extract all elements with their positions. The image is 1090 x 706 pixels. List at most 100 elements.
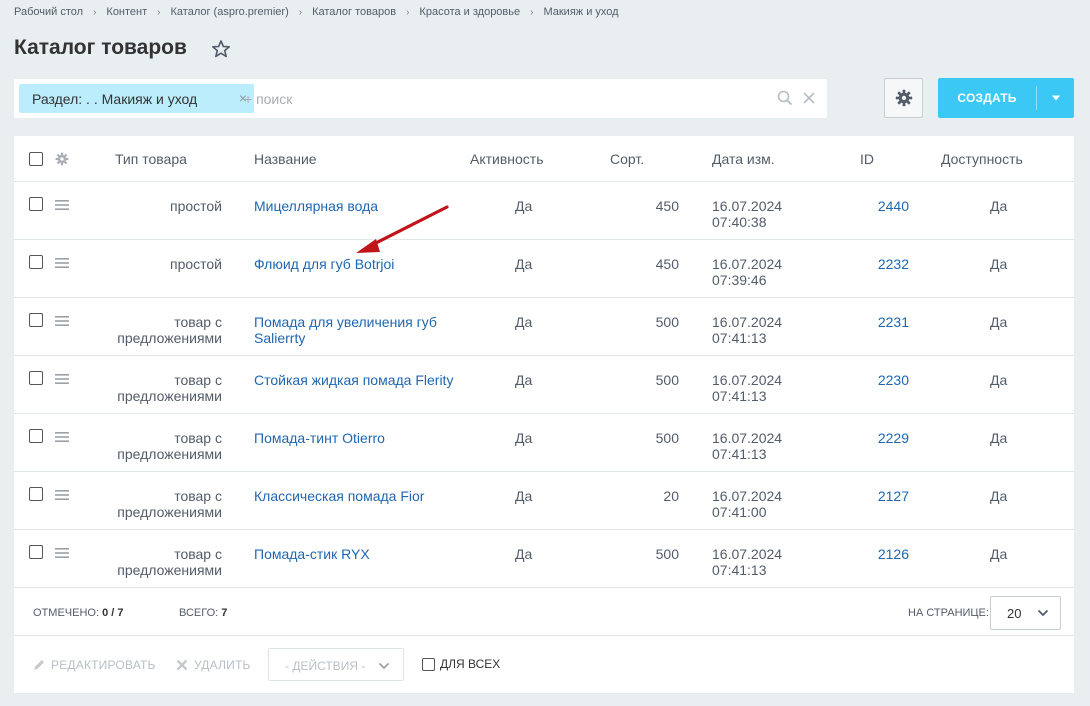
table-row[interactable]: простой Мицеллярная вода Да 450 16.07.2024 07… (14, 182, 1074, 240)
product-id-link[interactable]: 2230 (878, 372, 909, 388)
breadcrumb-item[interactable]: Рабочий стол (14, 6, 83, 18)
column-header-type[interactable]: Тип товара (115, 151, 187, 167)
product-availability: Да (990, 256, 1008, 272)
edit-button[interactable]: РЕДАКТИРОВАТЬ (32, 658, 156, 672)
column-header-availability[interactable]: Доступность (941, 151, 1023, 167)
product-active: Да (515, 430, 533, 446)
row-checkbox[interactable] (29, 255, 43, 269)
search-input[interactable] (244, 89, 744, 109)
column-header-active[interactable]: Активность (470, 151, 544, 167)
product-date: 16.07.2024 07:41:13 (712, 430, 783, 462)
create-button-label: СОЗДАТЬ (957, 91, 1017, 105)
filter-tag[interactable]: Раздел: . . Макияж и уход × (19, 84, 254, 113)
chevron-down-icon (1037, 609, 1049, 617)
product-availability: Да (990, 488, 1008, 504)
product-availability: Да (990, 430, 1008, 446)
per-page-value: 20 (1007, 606, 1022, 621)
per-page-label: НА СТРАНИЦЕ: (908, 607, 989, 619)
breadcrumb-item[interactable]: Каталог товаров (312, 6, 396, 18)
menu-icon[interactable] (55, 257, 69, 269)
menu-icon[interactable] (55, 431, 69, 443)
settings-button[interactable] (884, 78, 923, 118)
row-checkbox[interactable] (29, 197, 43, 211)
product-active: Да (515, 546, 533, 562)
product-active: Да (515, 314, 533, 330)
grid-footer: ОТМЕЧЕНО: 0 / 7 ВСЕГО: 7 НА СТРАНИЦЕ: 20 (14, 589, 1074, 636)
action-panel: РЕДАКТИРОВАТЬ УДАЛИТЬ - ДЕЙСТВИЯ - ДЛЯ В… (14, 636, 1074, 693)
page-title: Каталог товаров (14, 36, 187, 59)
actions-select[interactable]: - ДЕЙСТВИЯ - (268, 648, 404, 681)
create-dropdown-toggle[interactable] (1037, 95, 1074, 101)
for-all-checkbox[interactable] (422, 657, 435, 671)
row-checkbox[interactable] (29, 371, 43, 385)
menu-icon[interactable] (55, 373, 69, 385)
delete-button-label: УДАЛИТЬ (194, 658, 251, 672)
table-row[interactable]: товар с предложениями Помада для увеличени… (14, 298, 1074, 356)
menu-icon[interactable] (55, 199, 69, 211)
actions-select-value: - ДЕЙСТВИЯ - (285, 659, 366, 673)
product-sort: 20 (663, 488, 679, 504)
product-sort: 500 (655, 314, 679, 330)
create-button[interactable]: СОЗДАТЬ (938, 78, 1074, 118)
chevron-right-icon: › (157, 6, 161, 18)
row-checkbox[interactable] (29, 545, 43, 559)
star-icon[interactable] (211, 39, 231, 59)
breadcrumb-item[interactable]: Каталог (aspro.premier) (171, 6, 289, 18)
product-id-link[interactable]: 2127 (878, 488, 909, 504)
product-sort: 500 (655, 372, 679, 388)
product-name-link[interactable]: Помада для увеличения губ Salierrty (254, 314, 454, 346)
pencil-icon (34, 660, 44, 670)
product-availability: Да (990, 372, 1008, 388)
filter-search-bar[interactable]: Раздел: . . Макияж и уход × (14, 79, 827, 118)
product-id-link[interactable]: 2126 (878, 546, 909, 562)
per-page-select[interactable]: 20 (990, 596, 1061, 630)
caret-down-icon (1051, 95, 1060, 101)
column-header-sort[interactable]: Сорт. (610, 151, 644, 167)
breadcrumb-item[interactable]: Макияж и уход (543, 6, 618, 18)
select-all-checkbox[interactable] (29, 152, 43, 166)
product-name-link[interactable]: Стойкая жидкая помада Flerity (254, 372, 454, 388)
total-count: ВСЕГО: 7 (179, 607, 228, 619)
row-checkbox[interactable] (29, 429, 43, 443)
product-active: Да (515, 488, 533, 504)
breadcrumb-item[interactable]: Красота и здоровье (419, 6, 520, 18)
product-sort: 500 (655, 430, 679, 446)
delete-button[interactable]: УДАЛИТЬ (176, 658, 251, 672)
product-availability: Да (990, 546, 1008, 562)
table-row[interactable]: простой Флюид для губ Botrjoi Да 450 16.07.2… (14, 240, 1074, 298)
menu-icon[interactable] (55, 489, 69, 501)
product-id-link[interactable]: 2231 (878, 314, 909, 330)
row-checkbox[interactable] (29, 313, 43, 327)
table-row[interactable]: товар с предложениями Классическая помада … (14, 472, 1074, 530)
menu-icon[interactable] (55, 315, 69, 327)
clear-icon[interactable] (801, 90, 817, 106)
breadcrumb-item[interactable]: Контент (106, 6, 147, 18)
product-id-link[interactable]: 2229 (878, 430, 909, 446)
for-all-toggle[interactable]: ДЛЯ ВСЕХ (422, 657, 500, 671)
product-type: товар с предложениями (117, 546, 222, 578)
row-checkbox[interactable] (29, 487, 43, 501)
table-row[interactable]: товар с предложениями Помада-тинт Otierro Д… (14, 414, 1074, 472)
search-icon[interactable] (777, 90, 793, 106)
product-active: Да (515, 256, 533, 272)
product-name-link[interactable]: Помада-тинт Otierro (254, 430, 454, 446)
product-name-link[interactable]: Помада-стик RYX (254, 546, 454, 562)
breadcrumb: Рабочий стол › Контент › Каталог (aspro.… (14, 6, 619, 18)
product-type: простой (169, 256, 222, 272)
product-type: товар с предложениями (117, 430, 222, 462)
gear-icon[interactable] (55, 152, 69, 166)
product-sort: 450 (655, 256, 679, 272)
gear-icon (895, 89, 912, 107)
product-active: Да (515, 372, 533, 388)
table-row[interactable]: товар с предложениями Стойкая жидкая помад… (14, 356, 1074, 414)
column-header-date[interactable]: Дата изм. (712, 151, 775, 167)
table-row[interactable]: товар с предложениями Помада-стик RYX Да 500… (14, 530, 1074, 588)
product-active: Да (515, 198, 533, 214)
product-name-link[interactable]: Классическая помада Fior (254, 488, 454, 504)
product-id-link[interactable]: 2232 (878, 256, 909, 272)
product-date: 16.07.2024 07:41:13 (712, 546, 783, 578)
column-header-id[interactable]: ID (860, 151, 874, 167)
column-header-name[interactable]: Название (254, 151, 317, 167)
menu-icon[interactable] (55, 547, 69, 559)
product-id-link[interactable]: 2440 (878, 198, 909, 214)
